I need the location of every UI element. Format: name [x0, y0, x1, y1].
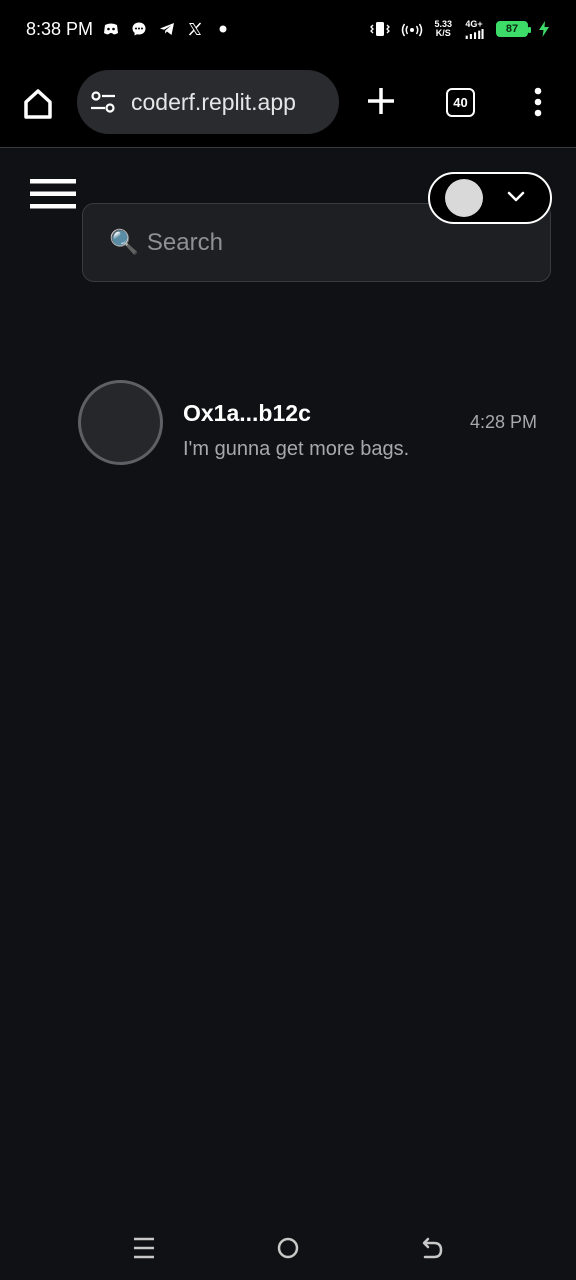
- status-bar: 8:38 PM 5.33 K/S 4G+ 87: [0, 0, 576, 58]
- home-nav-icon[interactable]: [276, 1236, 300, 1260]
- chat-name: Ox1a...b12c: [183, 400, 311, 426]
- chat-avatar: [78, 380, 163, 465]
- signal-icon: [465, 28, 484, 39]
- hamburger-menu-icon[interactable]: [30, 178, 76, 210]
- recent-apps-icon[interactable]: [132, 1236, 156, 1260]
- account-avatar: [445, 179, 483, 217]
- chat-last-message: I'm gunna get more bags.: [183, 438, 410, 460]
- back-icon[interactable]: [420, 1236, 444, 1260]
- browser-toolbar: coderf.replit.app 40: [0, 58, 576, 148]
- notification-icons: [103, 21, 231, 37]
- status-time: 8:38 PM: [26, 18, 94, 39]
- net-speed: 5.33 K/S: [434, 20, 452, 38]
- tab-switcher-button[interactable]: 40: [446, 88, 475, 117]
- net-speed-unit: K/S: [435, 28, 451, 38]
- vibrate-icon: [370, 22, 391, 36]
- dot-icon: [219, 25, 227, 33]
- hotspot-icon: [402, 23, 423, 37]
- system-icons: 5.33 K/S 4G+ 87: [370, 18, 550, 39]
- discord-icon: [104, 23, 119, 35]
- telegram-icon: [160, 23, 175, 35]
- home-icon[interactable]: [18, 84, 58, 124]
- tab-count: 40: [453, 95, 468, 110]
- messenger-icon: [132, 22, 146, 36]
- chat-list-item[interactable]: Ox1a...b12c I'm gunna get more bags. 4:2…: [0, 370, 576, 480]
- address-bar[interactable]: coderf.replit.app: [77, 70, 339, 134]
- chat-time: 4:28 PM: [469, 412, 537, 432]
- search-icon: 🔍: [109, 229, 139, 256]
- chevron-down-icon: [507, 191, 525, 202]
- account-dropdown-button[interactable]: [428, 172, 552, 224]
- url-text[interactable]: coderf.replit.app: [131, 89, 296, 116]
- battery-icon: 87: [496, 21, 531, 37]
- screen: 8:38 PM 5.33 K/S 4G+ 87 coderf.replit.ap…: [0, 0, 576, 1280]
- charging-icon: [539, 21, 549, 37]
- more-menu-icon[interactable]: [528, 86, 548, 120]
- search-placeholder: Search: [146, 228, 223, 256]
- new-tab-icon[interactable]: [362, 82, 400, 120]
- battery-level: 87: [505, 23, 519, 35]
- site-settings-icon[interactable]: [89, 88, 117, 116]
- x-icon: [188, 22, 202, 36]
- network-type: 4G+: [465, 18, 483, 29]
- system-nav-bar: [0, 1216, 576, 1280]
- signal-indicator: 4G+: [462, 18, 486, 39]
